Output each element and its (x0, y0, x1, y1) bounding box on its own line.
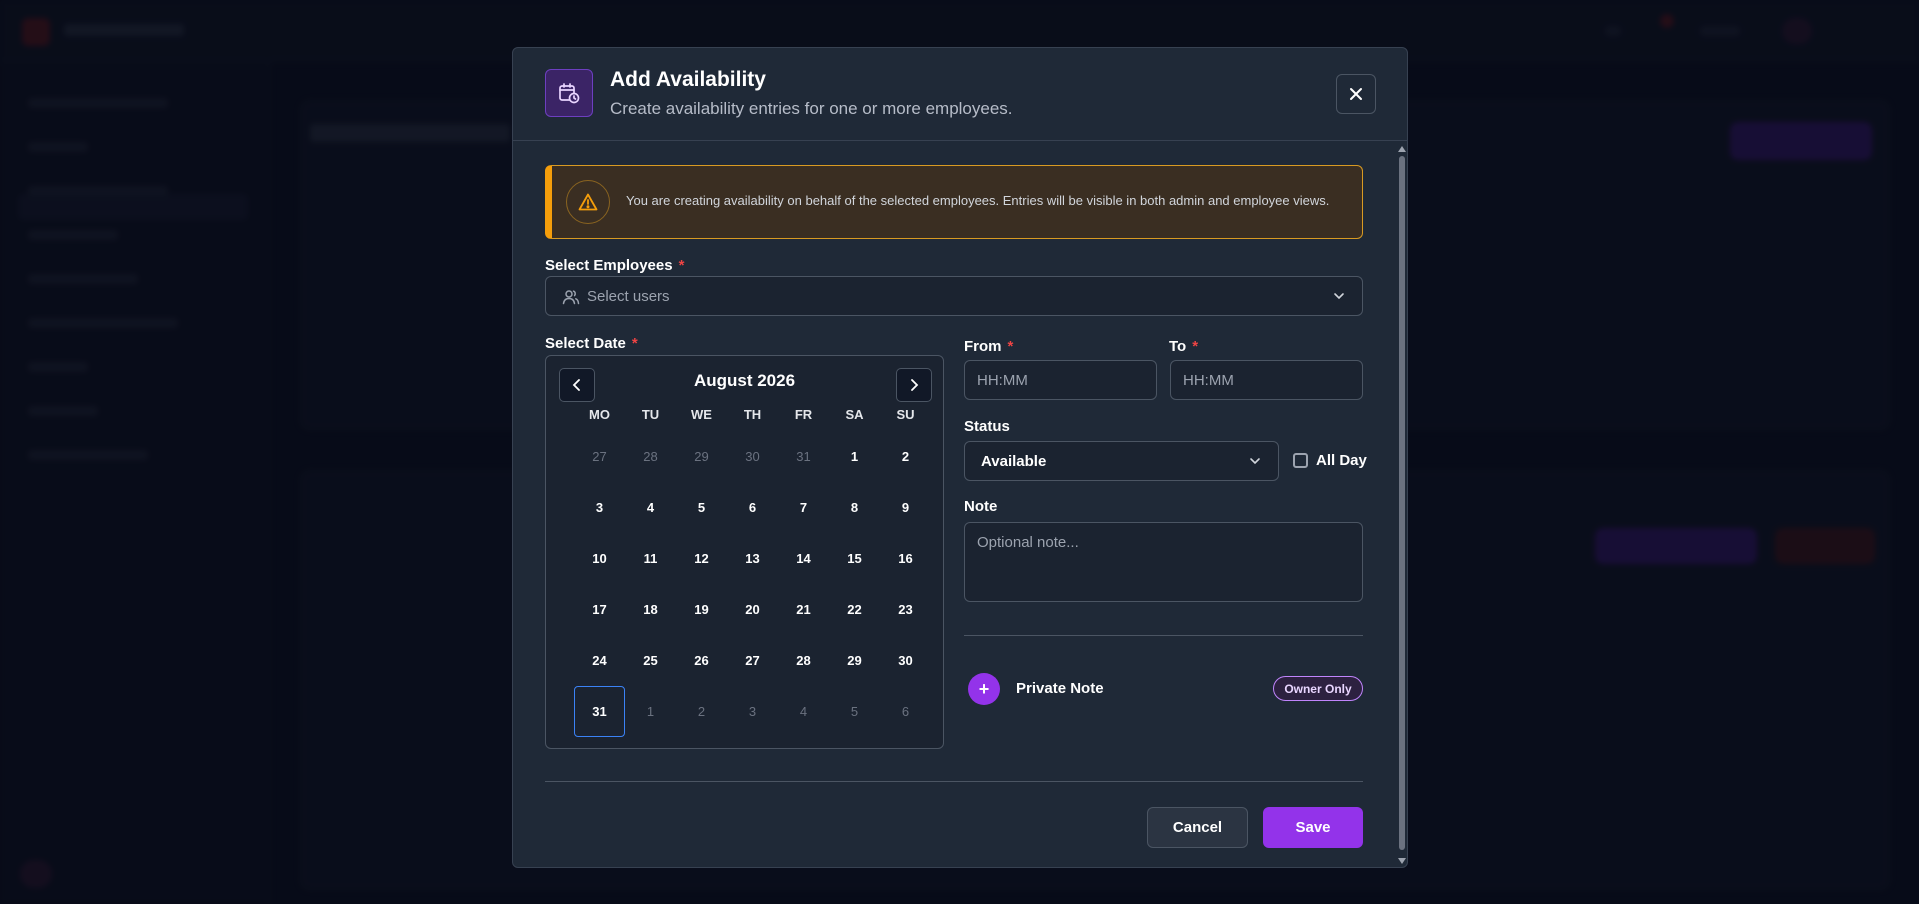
calendar-day[interactable]: 5 (829, 686, 880, 737)
calendar-day[interactable]: 25 (625, 635, 676, 686)
date-label: Select Date * (545, 335, 638, 352)
close-button[interactable] (1336, 74, 1376, 114)
warning-text: You are creating availability on behalf … (626, 193, 1330, 208)
scroll-down-arrow[interactable] (1398, 858, 1406, 864)
calendar-day[interactable]: 24 (574, 635, 625, 686)
calendar-day[interactable]: 4 (625, 482, 676, 533)
chevron-right-icon (911, 379, 919, 391)
weekday-header: MO (589, 407, 610, 422)
calendar-day[interactable]: 19 (676, 584, 727, 635)
owner-only-badge: Owner Only (1273, 676, 1363, 701)
users-icon (562, 290, 580, 305)
calendar-month: August 2026 (693, 371, 796, 390)
to-label: To * (1169, 338, 1199, 355)
scroll-thumb[interactable] (1399, 156, 1405, 850)
divider (964, 635, 1363, 636)
weekday-header: SU (896, 407, 915, 422)
calendar-day[interactable]: 7 (778, 482, 829, 533)
weekday-header: FR (794, 407, 813, 422)
calendar-day[interactable]: 20 (727, 584, 778, 635)
modal-subtitle: Create availability entries for one or m… (610, 99, 1013, 118)
calendar-day[interactable]: 12 (676, 533, 727, 584)
note-label: Note (964, 498, 998, 515)
employees-select[interactable]: Select users (545, 276, 1363, 316)
required-marker: * (678, 257, 685, 274)
status-select[interactable]: Available (964, 441, 1279, 481)
to-time-input[interactable]: HH:MM (1170, 360, 1363, 400)
calendar-day[interactable]: 6 (880, 686, 931, 737)
chevron-down-icon (1334, 293, 1344, 300)
status-label: Status (964, 418, 1010, 435)
calendar-day[interactable]: 2 (880, 431, 931, 482)
calendar-day[interactable]: 11 (625, 533, 676, 584)
required-marker: * (1007, 338, 1014, 355)
calendar-day[interactable]: 17 (574, 584, 625, 635)
note-textarea[interactable]: Optional note... (964, 522, 1363, 602)
calendar-day[interactable]: 28 (778, 635, 829, 686)
calendar-day[interactable]: 18 (625, 584, 676, 635)
calendar-day[interactable]: 15 (829, 533, 880, 584)
employees-placeholder: Select users (587, 288, 670, 305)
modal-header: Add Availability Create availability ent… (513, 48, 1407, 141)
calendar-day[interactable]: 5 (676, 482, 727, 533)
calendar-day[interactable]: 30 (880, 635, 931, 686)
close-icon (1350, 88, 1362, 100)
weekday-header: WE (691, 407, 712, 422)
chevron-down-icon (1250, 458, 1260, 465)
status-value: Available (981, 453, 1047, 470)
calendar-day[interactable]: 30 (727, 431, 778, 482)
warning-banner: You are creating availability on behalf … (545, 165, 1363, 239)
calendar-day[interactable]: 31 (778, 431, 829, 482)
calendar-clock-icon (545, 69, 593, 117)
date-picker: August 2026 MO TU WE TH FR SA SU 27 28 29 30 31 1 2 3 4… (545, 355, 944, 749)
calendar-day[interactable]: 16 (880, 533, 931, 584)
calendar-day[interactable]: 4 (778, 686, 829, 737)
calendar-day[interactable]: 10 (574, 533, 625, 584)
modal-scrollbar[interactable] (1397, 142, 1407, 868)
calendar-day[interactable]: 8 (829, 482, 880, 533)
next-month-button[interactable] (896, 368, 932, 402)
calendar-day[interactable]: 22 (829, 584, 880, 635)
cancel-button[interactable]: Cancel (1147, 807, 1248, 848)
private-note-label: Private Note (1016, 680, 1104, 697)
calendar-day[interactable]: 9 (880, 482, 931, 533)
calendar-day[interactable]: 27 (574, 431, 625, 482)
required-marker: * (631, 335, 638, 352)
calendar-day[interactable]: 3 (727, 686, 778, 737)
weekday-header: SA (845, 407, 864, 422)
scroll-up-arrow[interactable] (1398, 146, 1406, 152)
calendar-day[interactable]: 2 (676, 686, 727, 737)
calendar-day[interactable]: 21 (778, 584, 829, 635)
add-private-note-button[interactable]: + (968, 673, 1000, 705)
modal-title: Add Availability (610, 68, 766, 91)
calendar-day[interactable]: 26 (676, 635, 727, 686)
warning-triangle-icon (566, 180, 610, 224)
calendar-day[interactable]: 27 (727, 635, 778, 686)
calendar-day[interactable]: 6 (727, 482, 778, 533)
calendar-day[interactable]: 29 (829, 635, 880, 686)
all-day-label[interactable]: All Day (1316, 452, 1367, 469)
calendar-day[interactable]: 3 (574, 482, 625, 533)
weekday-header: TU (641, 407, 660, 422)
all-day-checkbox[interactable] (1293, 453, 1308, 468)
calendar-day[interactable]: 23 (880, 584, 931, 635)
from-time-input[interactable]: HH:MM (964, 360, 1157, 400)
calendar-day[interactable]: 13 (727, 533, 778, 584)
calendar-day-selected[interactable]: 31 (574, 686, 625, 737)
calendar-day[interactable]: 28 (625, 431, 676, 482)
footer-divider (545, 781, 1363, 782)
required-marker: * (1192, 338, 1199, 355)
calendar-day[interactable]: 1 (829, 431, 880, 482)
save-button[interactable]: Save (1263, 807, 1363, 848)
calendar-day[interactable]: 14 (778, 533, 829, 584)
employees-label: Select Employees * (545, 257, 685, 274)
calendar-day[interactable]: 29 (676, 431, 727, 482)
calendar-day[interactable]: 1 (625, 686, 676, 737)
add-availability-modal: Add Availability Create availability ent… (512, 47, 1408, 868)
from-label: From * (964, 338, 1014, 355)
weekday-header: TH (743, 407, 762, 422)
